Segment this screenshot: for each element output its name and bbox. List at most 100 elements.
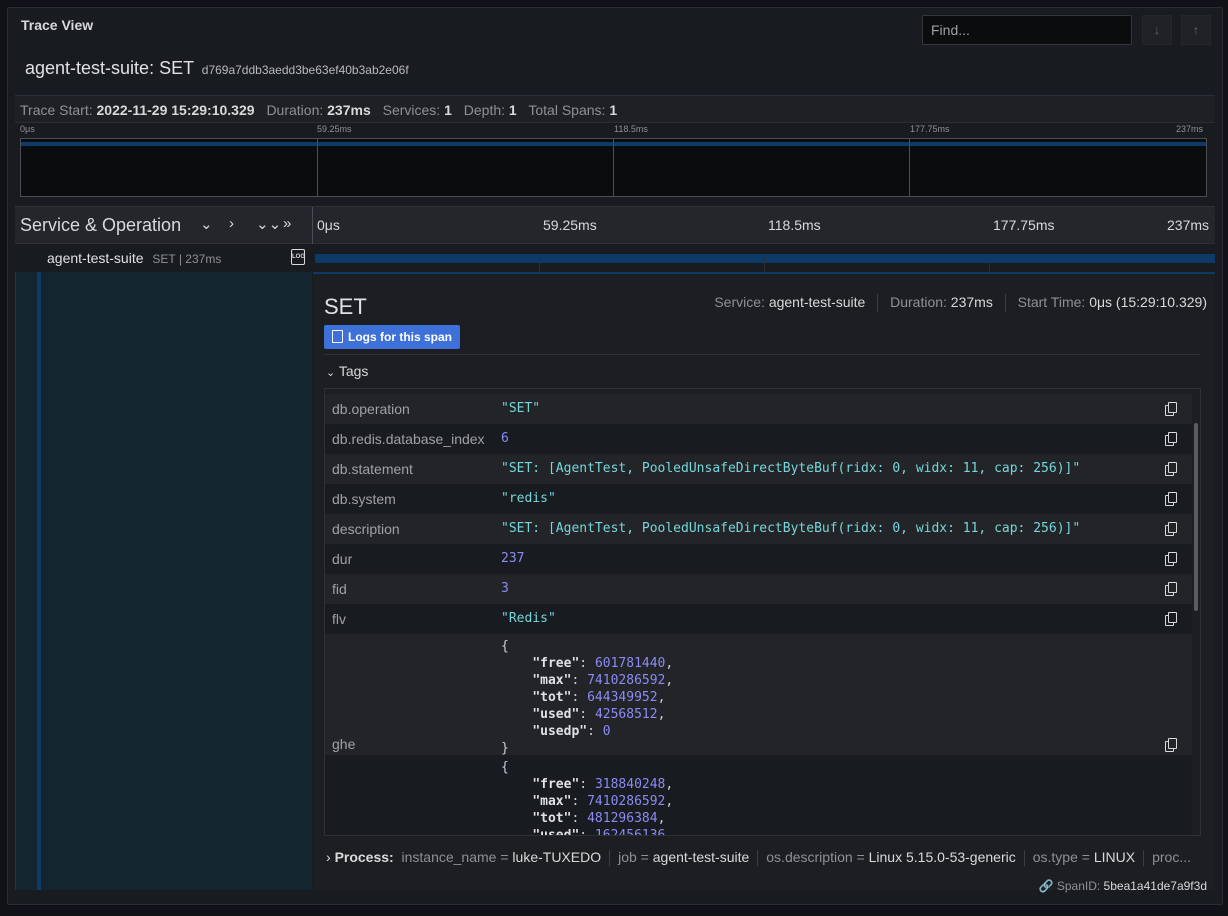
span-id[interactable]: 🔗 SpanID: 5bea1a41de7a9f3d — [1039, 879, 1207, 893]
trace-view-panel: Trace View ↓ ↑ agent-test-suite: SET d76… — [7, 7, 1223, 905]
expand-one-icon[interactable]: › — [229, 215, 234, 232]
tag-row[interactable]: dur 237 — [325, 544, 1192, 574]
expand-all-icon[interactable]: » — [283, 215, 291, 232]
span-id-label: SpanID: — [1056, 879, 1101, 893]
tag-row[interactable]: db.statement "SET: [AgentTest, PooledUnsa… — [325, 454, 1192, 484]
service-value: agent-test-suite — [768, 294, 866, 310]
copy-icon[interactable] — [1165, 432, 1177, 446]
chevron-right-icon: › — [326, 849, 331, 865]
tags-scrollbar[interactable] — [1194, 423, 1198, 611]
span-bar[interactable] — [315, 254, 1215, 263]
column-resizer[interactable] — [312, 207, 313, 244]
link-icon: 🔗 — [1038, 879, 1054, 893]
copy-icon[interactable] — [1165, 402, 1177, 416]
tag-row[interactable]: db.system "redis" — [325, 484, 1192, 514]
total-spans-value: 1 — [609, 102, 618, 118]
tag-value: 6 — [501, 431, 509, 446]
span-service: agent-test-suite — [47, 250, 144, 266]
tag-value: "SET: [AgentTest, PooledUnsafeDirectByte… — [501, 521, 1081, 536]
trace-id: d769a7ddb3aedd3be63ef40b3ab2e06f — [201, 63, 409, 77]
span-detail-gutter — [15, 272, 312, 890]
copy-icon[interactable] — [1165, 522, 1177, 536]
copy-icon[interactable] — [1165, 612, 1177, 626]
tag-row[interactable]: description "SET: [AgentTest, PooledUnsaf… — [325, 514, 1192, 544]
tag-value: 237 — [501, 551, 525, 566]
services-value: 1 — [444, 102, 452, 118]
tag-row[interactable]: db.redis.database_index 6 — [325, 424, 1192, 454]
duration-value: 237ms — [327, 102, 371, 118]
depth-label: Depth: — [463, 102, 506, 118]
prev-match-button[interactable]: ↑ — [1181, 15, 1211, 45]
next-match-button[interactable]: ↓ — [1142, 15, 1172, 45]
tag-row[interactable]: { "free": 318840248, "max": 7410286592, … — [325, 755, 1192, 835]
arrow-up-icon: ↑ — [1193, 23, 1199, 37]
tag-value: 3 — [501, 581, 509, 596]
tags-toggle[interactable]: ⌄ Tags — [326, 363, 368, 379]
tag-key: db.system — [332, 491, 396, 507]
trace-service-operation: agent-test-suite: SET — [25, 58, 194, 78]
timeline-tick: 177.75ms — [993, 217, 1055, 233]
span-name[interactable]: agent-test-suite SET | 237ms — [47, 250, 221, 266]
row-gridline — [539, 257, 540, 272]
find-input[interactable] — [922, 15, 1132, 45]
tags-label: Tags — [338, 363, 369, 379]
minimap-tick: 177.75ms — [910, 124, 950, 134]
duration-label: Duration: — [890, 294, 947, 310]
tag-key: flv — [332, 611, 346, 627]
logs-button-label: Logs for this span — [348, 330, 453, 344]
trace-title: agent-test-suite: SET d769a7ddb3aedd3be6… — [25, 58, 409, 79]
depth-value: 1 — [508, 102, 517, 118]
timeline-tick: 118.5ms — [768, 217, 821, 233]
process-item: os.type = LINUX — [1033, 849, 1152, 867]
tag-value: "redis" — [501, 491, 556, 506]
chevron-down-icon: ⌄ — [326, 367, 336, 379]
tag-row[interactable]: ghe { "free": 601781440, "max": 741028659… — [325, 634, 1192, 756]
timeline-tick: 59.25ms — [543, 217, 597, 233]
tag-value: "Redis" — [501, 611, 556, 626]
tag-value-json: { "free": 601781440, "max": 7410286592, … — [501, 639, 674, 756]
row-gridline — [989, 257, 990, 272]
collapse-one-icon[interactable]: ⌄ — [200, 215, 213, 233]
logs-for-span-button[interactable]: Logs for this span — [324, 325, 461, 349]
minimap-gridline — [613, 139, 614, 196]
duration-value: 237ms — [950, 294, 993, 310]
timeline-tick: 237ms — [1167, 217, 1210, 233]
copy-icon[interactable] — [1165, 738, 1177, 752]
span-meta: SET | 237ms — [152, 252, 222, 266]
tag-row[interactable]: flv "Redis" — [325, 604, 1192, 634]
trace-minimap[interactable] — [20, 138, 1207, 197]
copy-icon[interactable] — [1165, 582, 1177, 596]
copy-icon[interactable] — [1165, 552, 1177, 566]
span-id-value: 5bea1a41de7a9f3d — [1103, 879, 1207, 893]
panel-title: Trace View — [21, 17, 94, 33]
minimap-tick: 59.25ms — [317, 124, 352, 134]
tag-key: description — [332, 521, 400, 537]
span-color-rail — [37, 272, 41, 890]
process-section[interactable]: › Process: instance_name = luke-TUXEDO jo… — [326, 849, 1206, 867]
tag-value: "SET" — [501, 401, 541, 416]
service-label: Service: — [714, 294, 765, 310]
start-time-value: 0μs (15:29:10.329) — [1089, 294, 1207, 310]
tag-key: dur — [332, 551, 353, 567]
span-log-icon[interactable]: LOG — [291, 249, 305, 265]
process-label: Process: — [334, 849, 394, 865]
divider — [324, 354, 1200, 355]
minimap-tick: 0μs — [20, 124, 35, 134]
tag-value: "SET: [AgentTest, PooledUnsafeDirectByte… — [501, 461, 1081, 476]
minimap-gridline — [317, 139, 318, 196]
start-time-label: Start Time: — [1017, 294, 1086, 310]
tag-row[interactable]: fid 3 — [325, 574, 1192, 604]
collapse-all-icon[interactable]: ⌄⌄ — [256, 215, 281, 233]
tag-key: db.redis.database_index — [332, 431, 485, 447]
operation-title: SET — [324, 294, 367, 319]
span-row[interactable]: agent-test-suite SET | 237ms LOG — [15, 244, 1215, 272]
tree-guide — [15, 272, 16, 890]
copy-icon[interactable] — [1165, 492, 1177, 506]
trace-stats-bar: Trace Start: 2022-11-29 15:29:10.329 Dur… — [15, 95, 1215, 123]
service-operation-header: Service & Operation — [20, 215, 182, 235]
process-item: job = agent-test-suite — [618, 849, 766, 867]
tag-row[interactable]: db.operation "SET" — [325, 394, 1192, 424]
copy-icon[interactable] — [1165, 462, 1177, 476]
process-item: os.description = Linux 5.15.0-53-generic — [766, 849, 1032, 867]
trace-start-value: 2022-11-29 15:29:10.329 — [96, 102, 255, 118]
